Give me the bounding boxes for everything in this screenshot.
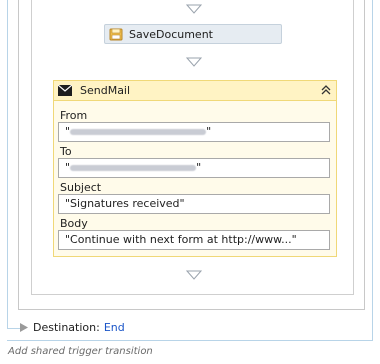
subject-label: Subject <box>60 181 102 194</box>
redacted-from-address <box>70 129 207 135</box>
body-field[interactable]: "Continue with next form at http://www..… <box>58 230 330 250</box>
sendmail-header: SendMail <box>54 81 336 101</box>
connector-arrow-icon <box>186 270 202 280</box>
save-document-icon <box>109 28 123 41</box>
body-label: Body <box>60 217 88 230</box>
destination-label: Destination: <box>33 321 100 334</box>
to-field[interactable]: " " <box>58 158 330 178</box>
from-field[interactable]: " " <box>58 122 330 142</box>
subject-field[interactable]: "Signatures received" <box>58 194 330 214</box>
play-triangle-icon <box>20 323 28 332</box>
connector-arrow-icon <box>186 57 202 67</box>
transition-connector-line <box>7 328 20 329</box>
destination-link[interactable]: End <box>104 321 125 334</box>
sendmail-activity[interactable]: SendMail From " " To " " Subject "Signatur… <box>53 80 337 257</box>
redacted-to-address <box>70 165 197 171</box>
destination-row: Destination: End <box>20 321 125 334</box>
to-quote-close: " <box>196 161 202 174</box>
save-document-activity[interactable]: SaveDocument <box>104 24 282 44</box>
outer-border-bottom <box>7 340 373 341</box>
add-shared-trigger-transition-link[interactable]: Add shared trigger transition <box>8 346 153 357</box>
collapse-chevron-icon[interactable] <box>320 84 332 96</box>
to-label: To <box>60 145 72 158</box>
outer-border-right <box>372 0 373 340</box>
connector-arrow-icon <box>186 4 202 14</box>
save-document-label: SaveDocument <box>129 27 213 41</box>
sendmail-title: SendMail <box>80 84 131 97</box>
outer-border-left <box>7 0 8 329</box>
from-quote-close: " <box>206 125 212 138</box>
envelope-icon <box>58 85 72 96</box>
from-label: From <box>60 109 88 122</box>
